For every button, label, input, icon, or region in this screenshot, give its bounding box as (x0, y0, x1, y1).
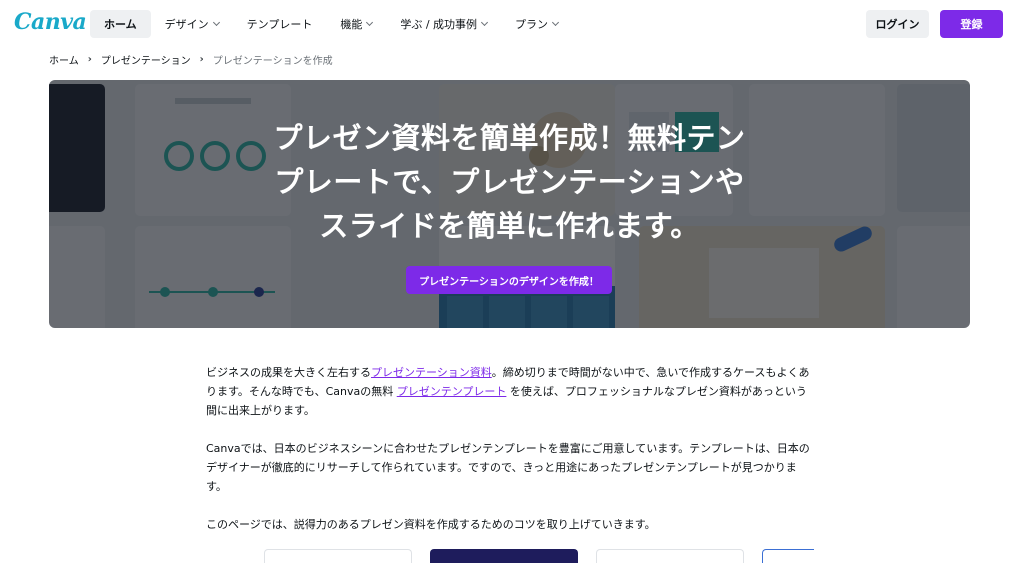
breadcrumb: ホーム › プレゼンテーション › プレゼンテーションを作成 (49, 52, 333, 67)
nav-item-design[interactable]: デザイン (151, 10, 233, 38)
nav-item-home[interactable]: ホーム (90, 10, 151, 38)
nav-item-plans[interactable]: プラン (501, 10, 572, 38)
signup-button[interactable]: 登録 (940, 10, 1003, 38)
nav-item-label: デザイン (164, 18, 209, 31)
chevron-down-icon (212, 18, 220, 27)
presentation-templates-link[interactable]: プレゼンテンプレート (397, 385, 507, 398)
template-card[interactable] (762, 549, 814, 563)
nav-item-label: 学ぶ / 成功事例 (400, 18, 478, 31)
intro-paragraph: ビジネスの成果を大きく左右するプレゼンテーション資料。締め切りまで時間がない中で… (206, 363, 814, 420)
template-carousel (206, 549, 814, 563)
main-nav: ホーム デザイン テンプレート 機能 学ぶ / 成功事例 プラン (90, 10, 572, 38)
article-body: ビジネスの成果を大きく左右するプレゼンテーション資料。締め切りまで時間がない中で… (206, 363, 814, 553)
templates-paragraph: Canvaでは、日本のビジネスシーンに合わせたプレゼンテンプレートを豊富にご用意… (206, 442, 810, 493)
nav-item-templates[interactable]: テンプレート (233, 10, 327, 38)
chevron-right-icon: › (199, 53, 204, 65)
paragraph-text: ビジネスの成果を大きく左右する (206, 366, 371, 379)
breadcrumb-presentation-link[interactable]: プレゼンテーション (101, 52, 191, 67)
hero-title-line: プレゼン資料を簡単作成！無料テン (273, 121, 746, 155)
chevron-down-icon (481, 18, 489, 27)
chevron-down-icon (552, 18, 560, 27)
chevron-right-icon: › (87, 53, 92, 65)
chevron-down-icon (366, 18, 374, 27)
nav-item-label: ホーム (104, 18, 137, 31)
hero-title: プレゼン資料を簡単作成！無料テン プレートで、プレゼンテーションや スライドを簡… (49, 116, 970, 248)
nav-item-label: 機能 (340, 18, 363, 31)
nav-item-learn[interactable]: 学ぶ / 成功事例 (386, 10, 501, 38)
tips-paragraph: このページでは、説得力のあるプレゼン資料を作成するためのコツを取り上げていきます… (206, 518, 656, 531)
breadcrumb-current: プレゼンテーションを作成 (212, 55, 333, 67)
canva-logo[interactable]: Canva (14, 9, 87, 35)
presentation-materials-link[interactable]: プレゼンテーション資料 (371, 366, 492, 379)
nav-item-features[interactable]: 機能 (326, 10, 386, 38)
hero-banner: プレゼン資料を簡単作成！無料テン プレートで、プレゼンテーションや スライドを簡… (49, 80, 970, 328)
template-card[interactable] (430, 549, 578, 563)
template-card[interactable] (264, 549, 412, 563)
nav-item-label: テンプレート (246, 18, 313, 31)
template-card[interactable] (596, 549, 744, 563)
breadcrumb-home-link[interactable]: ホーム (49, 52, 79, 67)
create-presentation-button[interactable]: プレゼンテーションのデザインを作成！ (406, 266, 612, 294)
login-button[interactable]: ログイン (866, 10, 929, 38)
top-header: Canva ホーム デザイン テンプレート 機能 学ぶ / 成功事例 プラン ロ… (0, 0, 1024, 48)
hero-title-line: プレートで、プレゼンテーションや (274, 165, 745, 199)
hero-title-line: スライドを簡単に作れます。 (319, 209, 700, 243)
nav-item-label: プラン (515, 18, 549, 31)
